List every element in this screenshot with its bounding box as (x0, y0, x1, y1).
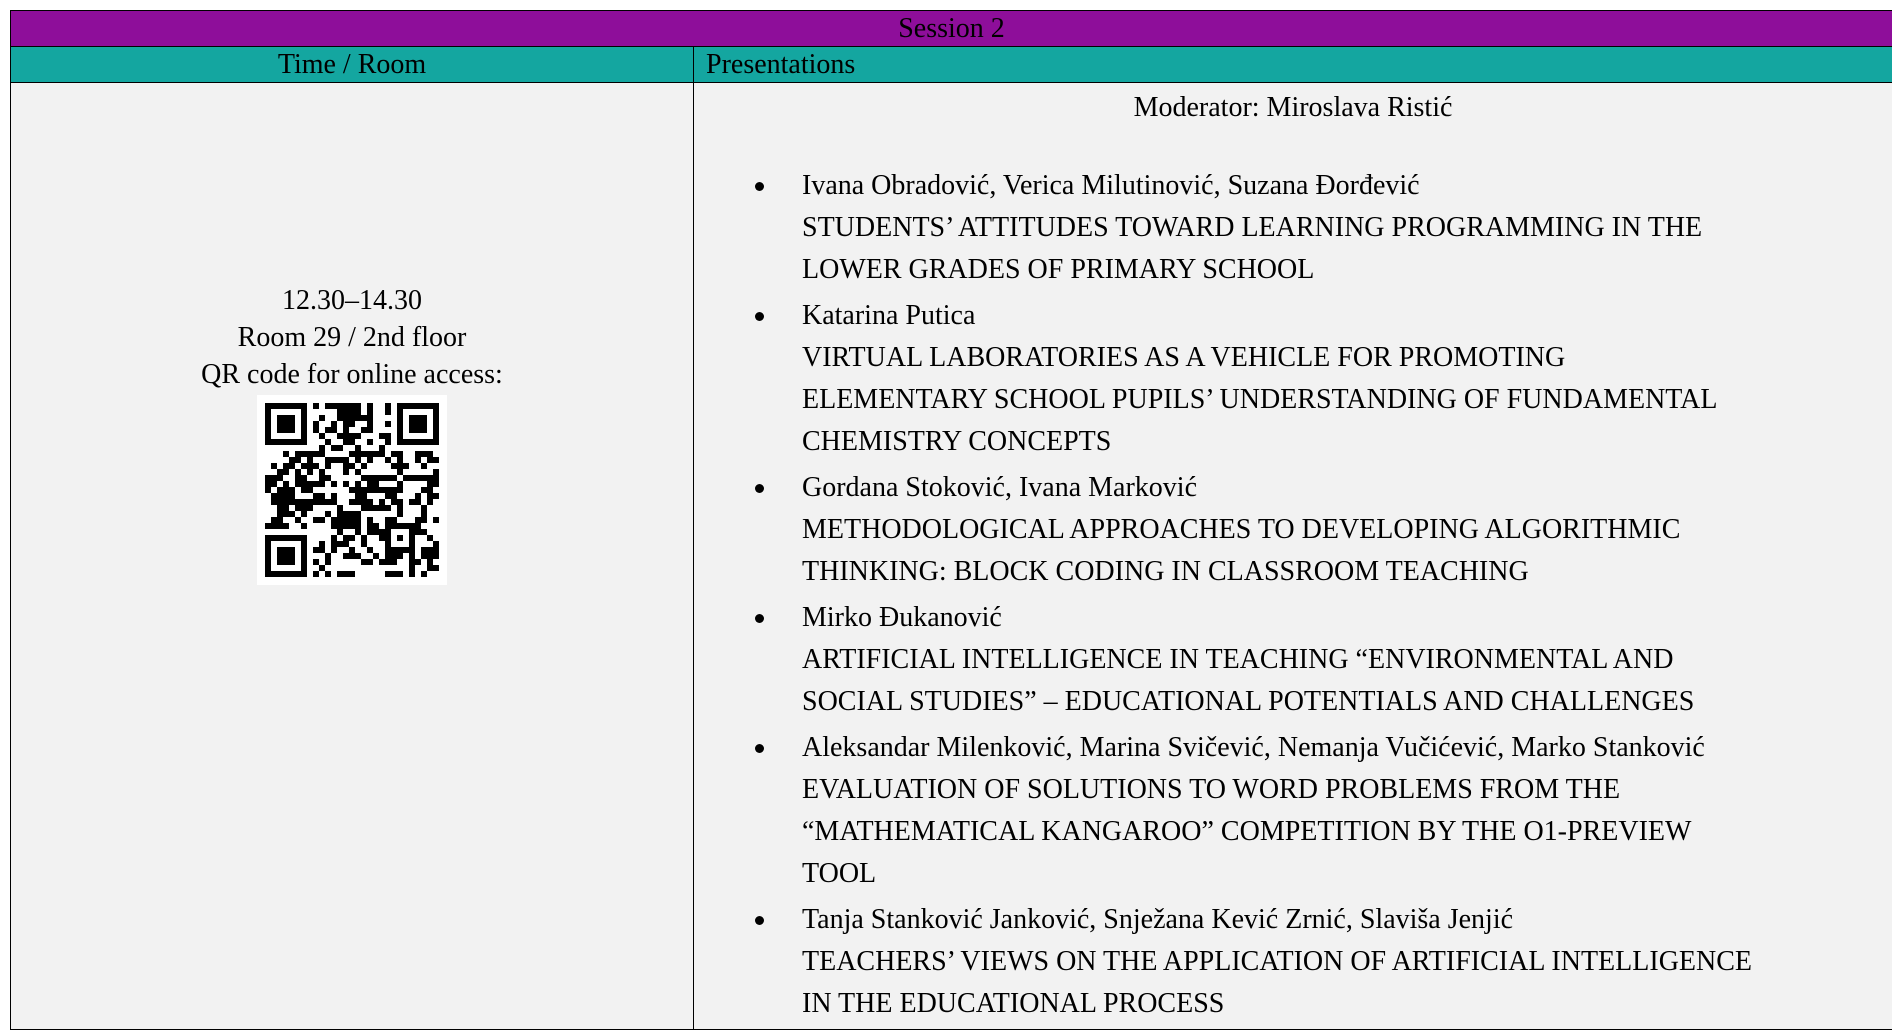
presentation-title-line: CHEMISTRY CONCEPTS (802, 421, 1892, 463)
presentation-title-line: THINKING: BLOCK CODING IN CLASSROOM TEAC… (802, 551, 1892, 593)
session-time: 12.30–14.30 (11, 282, 693, 319)
presentation-title-line: IN THE EDUCATIONAL PROCESS (802, 983, 1892, 1025)
presentation-item: Tanja Stanković Janković, Snježana Kević… (694, 899, 1892, 1025)
bullet-icon (755, 744, 764, 753)
presentation-item: Aleksandar Milenković, Marina Svičević, … (694, 727, 1892, 895)
presentation-title-line: “MATHEMATICAL KANGAROO” COMPETITION BY T… (802, 811, 1892, 853)
presentation-title-line: TOOL (802, 853, 1892, 895)
time-room-header: Time / Room (11, 47, 694, 83)
presentation-item: Katarina PuticaVIRTUAL LABORATORIES AS A… (694, 295, 1892, 463)
presentations-header: Presentations (694, 47, 1892, 83)
session-body-row: 12.30–14.30 Room 29 / 2nd floor QR code … (11, 83, 1892, 1030)
bullet-icon (755, 182, 764, 191)
session-title: Session 2 (11, 11, 1892, 47)
presentation-title-line: TEACHERS’ VIEWS ON THE APPLICATION OF AR… (802, 941, 1892, 983)
presentation-authors: Ivana Obradović, Verica Milutinović, Suz… (802, 165, 1892, 207)
presentation-item: Gordana Stoković, Ivana MarkovićMETHODOL… (694, 467, 1892, 593)
qr-code-label: QR code for online access: (11, 356, 693, 393)
session-title-row: Session 2 (11, 11, 1892, 47)
session-room: Room 29 / 2nd floor (11, 319, 693, 356)
presentation-item: Ivana Obradović, Verica Milutinović, Suz… (694, 165, 1892, 291)
session-schedule-table: Session 2 Time / Room Presentations 12.3… (10, 10, 1892, 1030)
presentation-title-line: METHODOLOGICAL APPROACHES TO DEVELOPING … (802, 509, 1892, 551)
presentation-title-line: VIRTUAL LABORATORIES AS A VEHICLE FOR PR… (802, 337, 1892, 379)
presentation-title-line: LOWER GRADES OF PRIMARY SCHOOL (802, 249, 1892, 291)
presentation-title-line: ARTIFICIAL INTELLIGENCE IN TEACHING “ENV… (802, 639, 1892, 681)
presentation-authors: Tanja Stanković Janković, Snježana Kević… (802, 899, 1892, 941)
presentation-title-line: EVALUATION OF SOLUTIONS TO WORD PROBLEMS… (802, 769, 1892, 811)
qr-code-icon[interactable] (257, 395, 447, 585)
presentation-authors: Aleksandar Milenković, Marina Svičević, … (802, 727, 1892, 769)
presentation-title-line: ELEMENTARY SCHOOL PUPILS’ UNDERSTANDING … (802, 379, 1892, 421)
moderator-label: Moderator: Miroslava Ristić (694, 83, 1892, 129)
time-room-cell: 12.30–14.30 Room 29 / 2nd floor QR code … (11, 83, 694, 1030)
presentation-list: Ivana Obradović, Verica Milutinović, Suz… (694, 165, 1892, 1025)
table-header-row: Time / Room Presentations (11, 47, 1892, 83)
presentation-authors: Gordana Stoković, Ivana Marković (802, 467, 1892, 509)
bullet-icon (755, 484, 764, 493)
presentation-title-line: STUDENTS’ ATTITUDES TOWARD LEARNING PROG… (802, 207, 1892, 249)
bullet-icon (755, 312, 764, 321)
bullet-icon (755, 916, 764, 925)
presentation-title-line: SOCIAL STUDIES” – EDUCATIONAL POTENTIALS… (802, 681, 1892, 723)
presentation-authors: Katarina Putica (802, 295, 1892, 337)
bullet-icon (755, 614, 764, 623)
presentations-cell: Moderator: Miroslava Ristić Ivana Obrado… (694, 83, 1892, 1030)
presentation-item: Mirko ĐukanovićARTIFICIAL INTELLIGENCE I… (694, 597, 1892, 723)
presentation-authors: Mirko Đukanović (802, 597, 1892, 639)
